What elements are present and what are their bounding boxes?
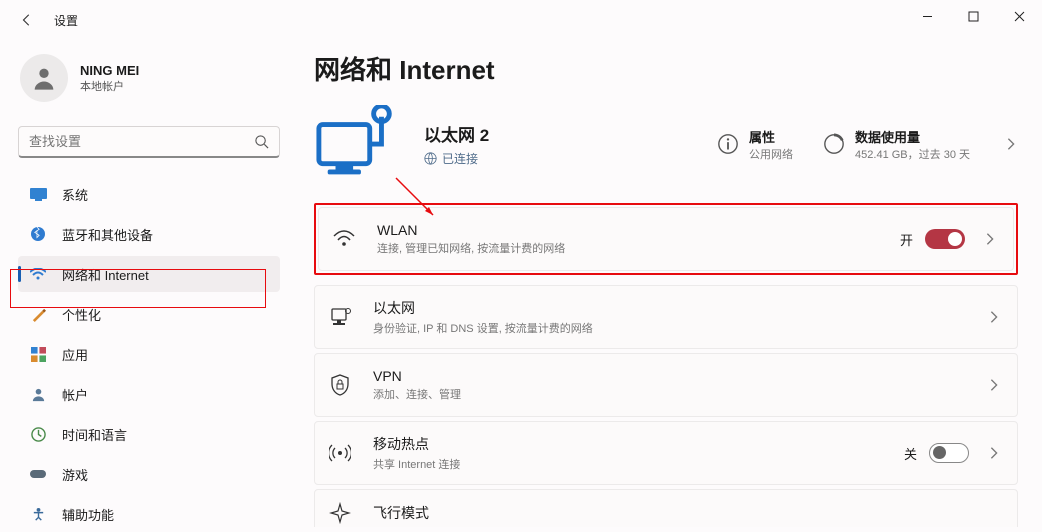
time-language-icon [28,424,48,444]
data-usage-sub: 452.41 GB，过去 30 天 [855,146,970,162]
sidebar-item-label: 蓝牙和其他设备 [62,225,153,244]
sidebar-item-bluetooth[interactable]: 蓝牙和其他设备 [18,216,280,252]
row-sub: 共享 Internet 连接 [373,456,904,472]
sidebar-item-label: 游戏 [62,465,88,484]
avatar [20,54,68,102]
sidebar-item-network[interactable]: 网络和 Internet [18,256,280,292]
bluetooth-icon [28,224,48,244]
properties-label: 属性 [749,127,793,146]
maximize-button[interactable] [950,0,996,32]
sidebar-item-label: 应用 [62,345,88,364]
network-icon [28,264,48,284]
search-icon [254,134,269,149]
properties-link[interactable]: 属性 公用网络 [717,127,793,162]
properties-sub: 公用网络 [749,146,793,162]
search-input[interactable] [29,134,254,149]
chevron-right-icon[interactable] [983,232,997,246]
sidebar-item-label: 个性化 [62,305,101,324]
accessibility-icon [28,504,48,524]
minimize-button[interactable] [904,0,950,32]
personalization-icon [28,304,48,324]
setting-row-airplane[interactable]: 飞行模式 [314,489,1018,527]
window-title: 设置 [54,12,78,29]
airplane-icon [329,502,351,524]
page-title: 网络和 Internet [314,50,1018,87]
apps-icon [28,344,48,364]
sidebar-item-apps[interactable]: 应用 [18,336,280,372]
sidebar-item-label: 网络和 Internet [62,265,149,284]
hotspot-icon [329,442,351,464]
connected-icon [424,152,437,165]
setting-row-vpn[interactable]: VPN 添加、连接、管理 [314,353,1018,417]
chevron-right-icon[interactable] [1004,137,1018,151]
search-box[interactable] [18,126,280,158]
chevron-right-icon[interactable] [987,446,1001,460]
row-title: 移动热点 [373,434,904,454]
ethernet-icon [329,306,351,328]
row-sub: 连接, 管理已知网络, 按流量计费的网络 [377,240,900,256]
annotation-wlan-highlight: WLAN 连接, 管理已知网络, 按流量计费的网络 开 [314,203,1018,275]
chevron-right-icon[interactable] [987,378,1001,392]
setting-row-wlan[interactable]: WLAN 连接, 管理已知网络, 按流量计费的网络 开 [318,207,1014,271]
hotspot-toggle-state: 关 [904,444,917,463]
chevron-right-icon[interactable] [987,310,1001,324]
row-sub: 身份验证, IP 和 DNS 设置, 按流量计费的网络 [373,320,983,336]
sidebar-item-label: 系统 [62,185,88,204]
row-title: WLAN [377,222,900,238]
data-usage-link[interactable]: 数据使用量 452.41 GB，过去 30 天 [823,127,970,162]
connection-name: 以太网 2 [424,121,654,146]
user-card[interactable]: NING MEI 本地帐户 [20,54,280,102]
data-usage-label: 数据使用量 [855,127,970,146]
hotspot-toggle[interactable] [929,443,969,463]
sidebar-item-label: 帐户 [62,385,88,404]
back-button[interactable] [18,11,36,29]
sidebar-item-label: 辅助功能 [62,505,114,524]
info-icon [717,133,739,155]
wlan-toggle-state: 开 [900,230,913,249]
user-subtitle: 本地帐户 [80,78,139,94]
user-name: NING MEI [80,63,139,78]
row-sub: 添加、连接、管理 [373,386,983,402]
close-button[interactable] [996,0,1042,32]
data-usage-icon [823,133,845,155]
network-diagram-icon [314,105,402,183]
sidebar-item-gaming[interactable]: 游戏 [18,456,280,492]
system-icon [28,184,48,204]
row-title: VPN [373,368,983,384]
accounts-icon [28,384,48,404]
sidebar-item-personalization[interactable]: 个性化 [18,296,280,332]
vpn-icon [329,374,351,396]
wlan-toggle[interactable] [925,229,965,249]
sidebar-item-label: 时间和语言 [62,425,127,444]
row-title: 以太网 [373,298,983,318]
network-status-card: 以太网 2 已连接 属性 公用网络 数据使用量 [314,105,1018,183]
gaming-icon [28,464,48,484]
connection-state: 已连接 [442,150,478,167]
setting-row-hotspot[interactable]: 移动热点 共享 Internet 连接 关 [314,421,1018,485]
sidebar-item-system[interactable]: 系统 [18,176,280,212]
sidebar-item-accounts[interactable]: 帐户 [18,376,280,412]
row-title: 飞行模式 [373,503,1001,523]
wifi-icon [333,228,355,250]
setting-row-ethernet[interactable]: 以太网 身份验证, IP 和 DNS 设置, 按流量计费的网络 [314,285,1018,349]
sidebar-item-time-language[interactable]: 时间和语言 [18,416,280,452]
